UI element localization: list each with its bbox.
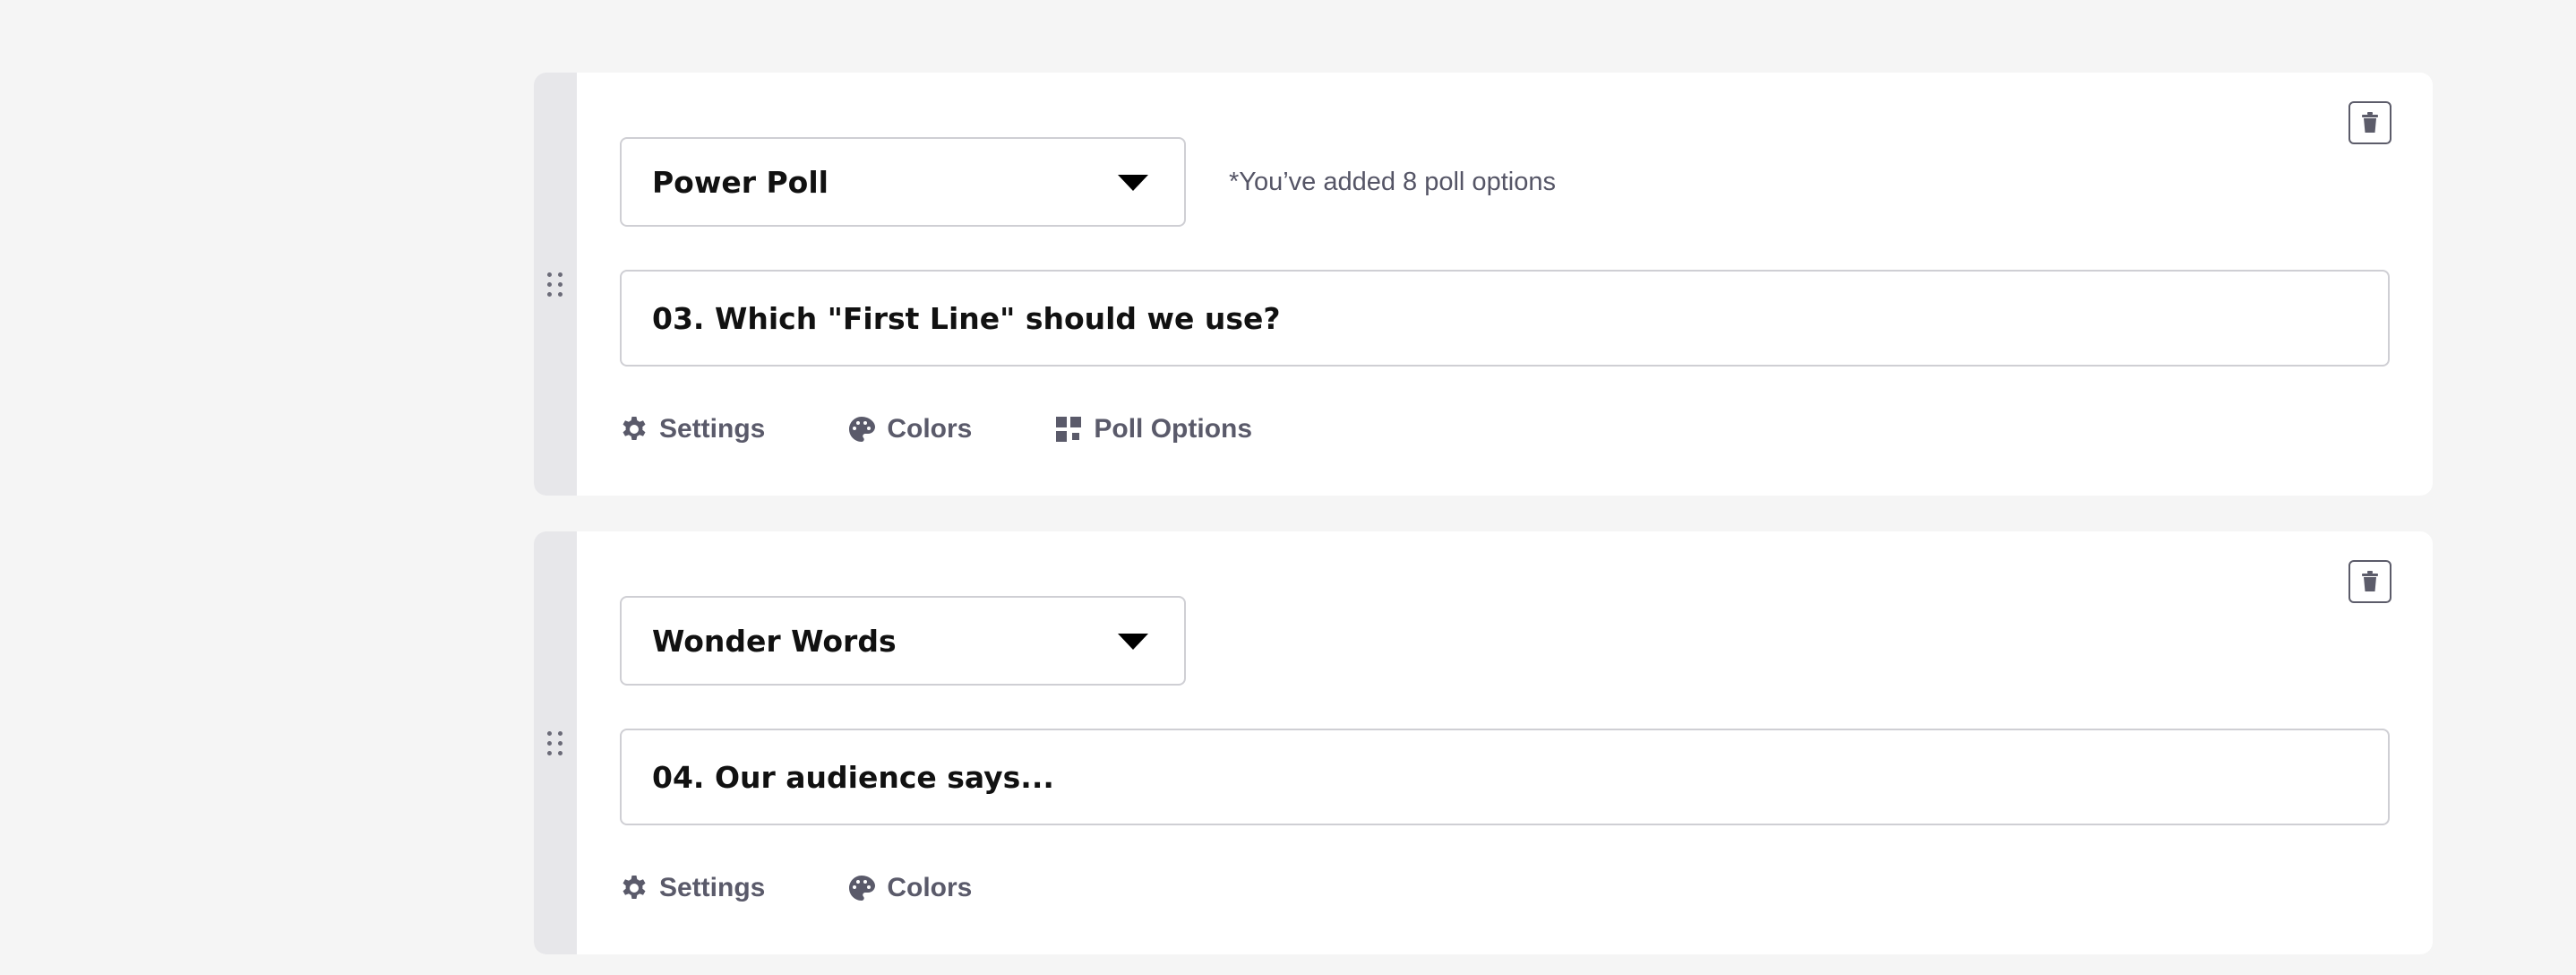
delete-button[interactable] — [2348, 101, 2391, 144]
tab-poll-options[interactable]: Poll Options — [1054, 414, 1252, 444]
trash-icon — [2362, 112, 2378, 133]
caret-down-icon — [1118, 175, 1148, 191]
tab-colors-label: Colors — [887, 414, 973, 444]
tab-settings[interactable]: Settings — [620, 414, 765, 444]
tab-colors-label: Colors — [887, 873, 973, 902]
drag-grip-icon — [547, 730, 563, 755]
slide-type-value: Power Poll — [652, 164, 829, 200]
question-input[interactable]: 03. Which "First Line" should we use? — [620, 270, 2390, 367]
trash-icon — [2362, 571, 2378, 591]
gear-icon — [620, 415, 648, 444]
palette-icon — [847, 415, 876, 444]
slide-type-select[interactable]: Wonder Words — [620, 596, 1186, 686]
poll-options-count: *You’ve added 8 poll options — [1229, 168, 1556, 196]
grid-icon — [1054, 415, 1083, 444]
tab-colors[interactable]: Colors — [847, 873, 972, 903]
caret-down-icon — [1118, 634, 1148, 650]
slide-type-select[interactable]: Power Poll — [620, 137, 1186, 227]
card-tabs: Settings Colors Poll Options — [620, 401, 1335, 458]
tab-colors[interactable]: Colors — [847, 414, 972, 444]
question-input[interactable]: 04. Our audience says... — [620, 729, 2390, 825]
question-text: 03. Which "First Line" should we use? — [652, 300, 1281, 336]
drag-handle[interactable] — [534, 73, 577, 496]
drag-handle[interactable] — [534, 531, 577, 954]
slide-card-2: Wonder Words 04. Our audience says... Se… — [534, 531, 2433, 954]
tab-settings[interactable]: Settings — [620, 873, 765, 903]
gear-icon — [620, 874, 648, 902]
question-text: 04. Our audience says... — [652, 759, 1054, 795]
card-tabs: Settings Colors — [620, 859, 1054, 917]
slide-card-1: Power Poll *You’ve added 8 poll options … — [534, 73, 2433, 496]
delete-button[interactable] — [2348, 560, 2391, 603]
slide-type-value: Wonder Words — [652, 623, 897, 659]
drag-grip-icon — [547, 272, 563, 297]
tab-poll-options-label: Poll Options — [1094, 414, 1253, 444]
tab-settings-label: Settings — [659, 414, 766, 444]
tab-settings-label: Settings — [659, 873, 766, 902]
palette-icon — [847, 874, 876, 902]
